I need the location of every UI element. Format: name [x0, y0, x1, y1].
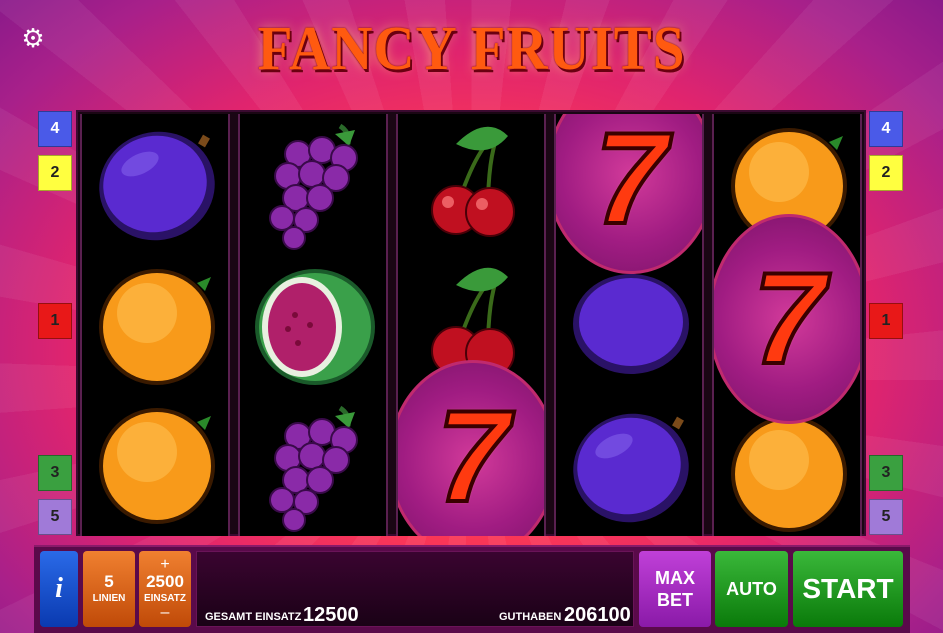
line-marker-left-2[interactable]: 2	[38, 155, 72, 191]
line-marker-left-3[interactable]: 3	[38, 455, 72, 491]
info-button[interactable]: i	[40, 551, 78, 627]
balance-label: GUTHABEN	[499, 611, 562, 623]
plum-icon	[556, 274, 702, 414]
seven-label: 7	[593, 114, 669, 251]
reel-4: 7	[554, 114, 704, 536]
orange-icon	[82, 255, 228, 395]
cherries-icon	[398, 114, 544, 254]
max-bet-line2: BET	[657, 590, 693, 610]
plum-icon	[82, 114, 228, 254]
seven-label: 7	[751, 245, 827, 391]
line-marker-left-1[interactable]: 1	[38, 303, 72, 339]
max-bet-button[interactable]: MAX BET	[639, 551, 711, 627]
line-marker-right-2[interactable]: 2	[869, 155, 903, 191]
reel-3: 7	[396, 114, 546, 536]
reel-2	[238, 114, 388, 536]
lines-value: 5	[104, 572, 114, 591]
info-display: GESAMT EINSATZ 12500 GUTHABEN 206100	[196, 551, 634, 627]
bet-value: 2500	[146, 572, 184, 591]
orange-icon	[82, 396, 228, 536]
total-bet-value: 12500	[303, 604, 359, 626]
reel-1	[80, 114, 230, 536]
game-title: FANCY FRUITS	[257, 15, 686, 83]
total-bet-label: GESAMT EINSATZ	[205, 611, 302, 623]
lines-label: LINIEN	[92, 593, 126, 604]
melon-icon	[240, 255, 386, 395]
line-marker-left-4[interactable]: 4	[38, 111, 72, 147]
reel-area: 7 7 7	[76, 110, 866, 536]
balance-value: 206100	[564, 604, 631, 626]
plum-icon	[556, 396, 702, 536]
reel-5: 7	[712, 114, 862, 536]
seven-symbol: 7	[398, 360, 544, 536]
seven-label: 7	[435, 383, 511, 529]
line-marker-right-3[interactable]: 3	[869, 455, 903, 491]
line-marker-right-5[interactable]: 5	[869, 499, 903, 535]
bet-minus-button[interactable]: –	[161, 605, 170, 621]
bet-stepper[interactable]: + 2500 EINSATZ –	[139, 551, 191, 627]
max-bet-line1: MAX	[655, 568, 695, 588]
seven-symbol: 7	[556, 114, 702, 279]
bet-plus-button[interactable]: +	[160, 557, 169, 573]
grapes-icon	[240, 114, 386, 254]
grapes-icon	[240, 396, 386, 536]
line-marker-right-4[interactable]: 4	[869, 111, 903, 147]
auto-button[interactable]: AUTO	[715, 551, 788, 627]
line-marker-left-5[interactable]: 5	[38, 499, 72, 535]
seven-symbol: 7	[714, 214, 860, 430]
line-marker-right-1[interactable]: 1	[869, 303, 903, 339]
lines-button[interactable]: 5 LINIEN	[83, 551, 135, 627]
start-button[interactable]: START	[793, 551, 903, 627]
